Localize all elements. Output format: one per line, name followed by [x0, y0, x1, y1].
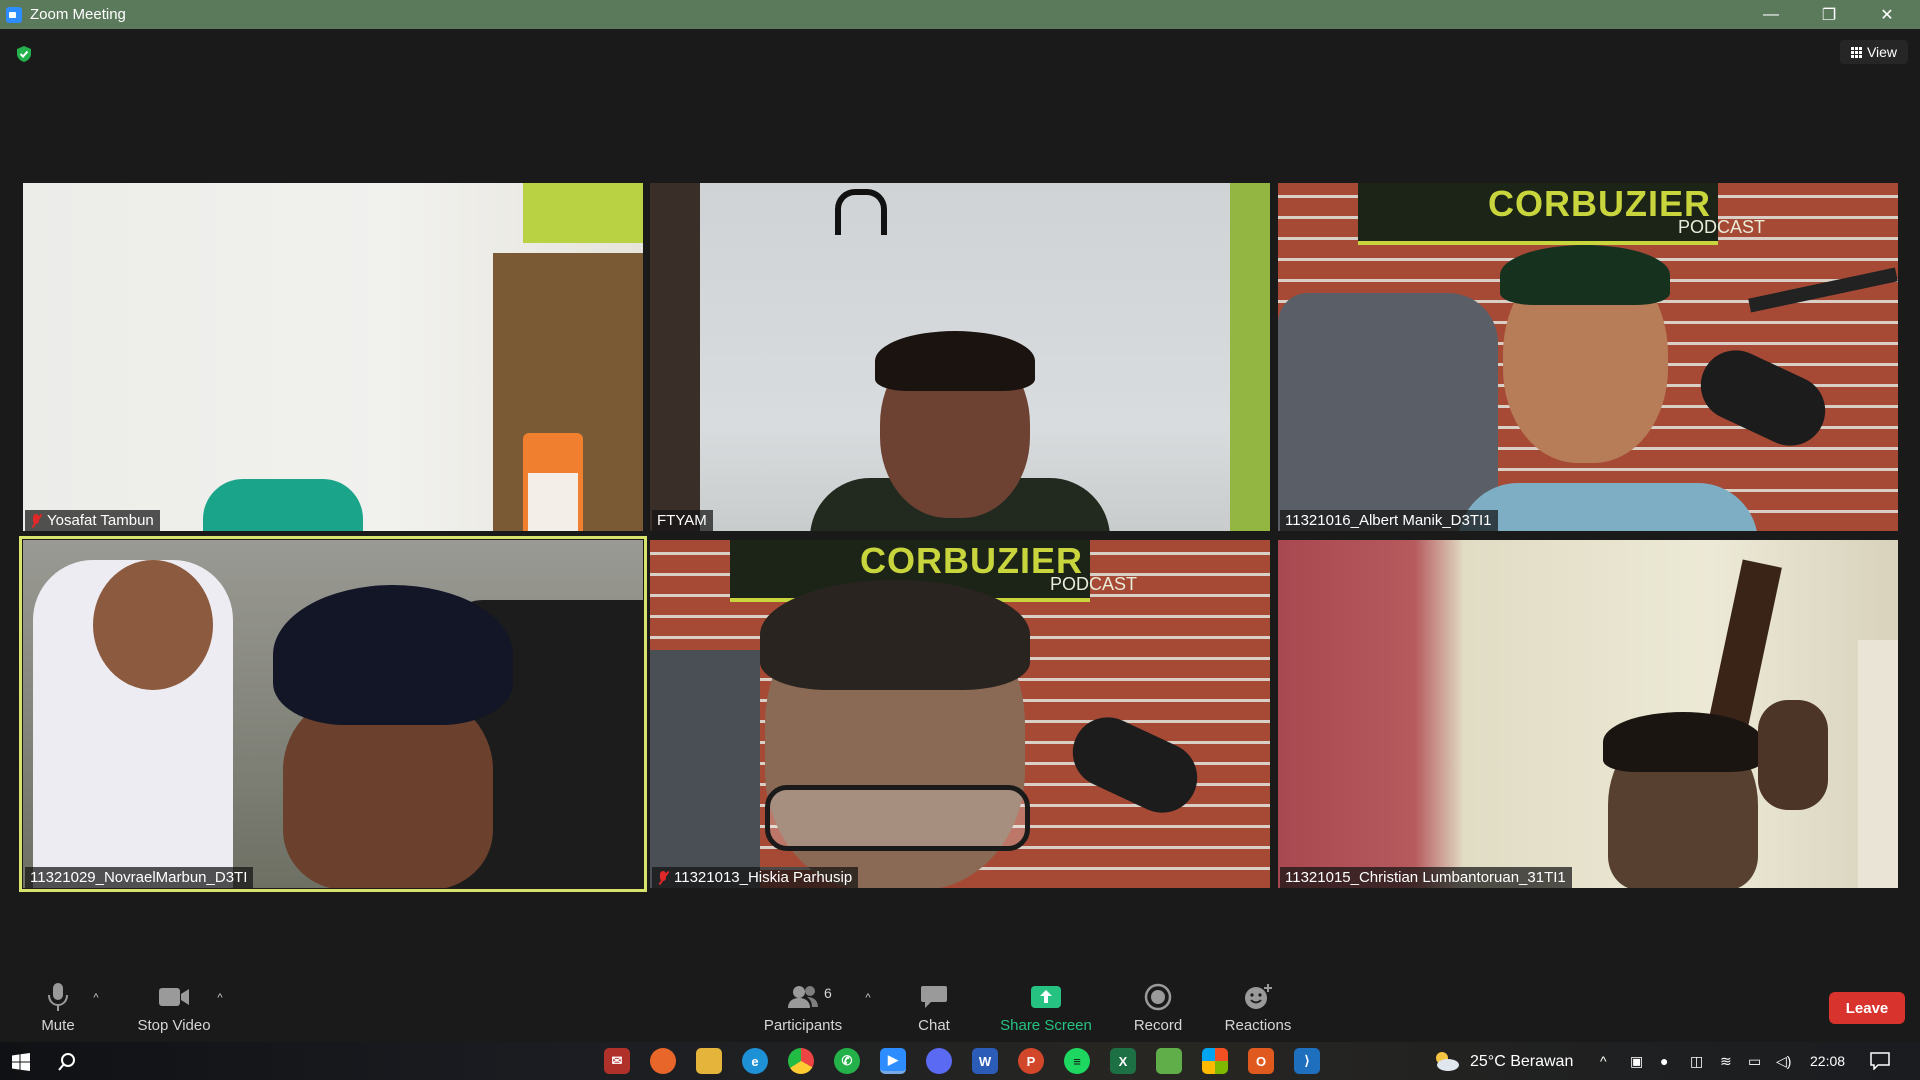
participants-icon: [788, 986, 818, 1008]
participant-name: 11321015_Christian Lumbantoruan_31TI1: [1285, 869, 1566, 886]
share-screen-icon: [1031, 986, 1061, 1008]
microphone-icon: [48, 983, 68, 1011]
meeting-toolbar: Mute ^ Stop Video ^ Participants ^ Chat …: [0, 965, 1920, 1042]
participant-name: 11321029_NovraelMarbun_D3TI: [30, 869, 248, 886]
file-explorer-icon[interactable]: [696, 1048, 722, 1074]
mute-label: Mute: [41, 1017, 75, 1034]
video-feed: CORBUZIER PODCAST: [1278, 183, 1898, 531]
camera-tray-icon[interactable]: ▣: [1630, 1053, 1643, 1070]
title-bar: Zoom Meeting — ❐ ✕: [0, 0, 1920, 29]
video-tile[interactable]: 11321015_Christian Lumbantoruan_31TI1: [1278, 540, 1898, 888]
video-feed: [23, 183, 643, 531]
video-feed: [1278, 540, 1898, 888]
participants-count: 6: [824, 985, 832, 1001]
search-icon[interactable]: [58, 1053, 76, 1071]
firefox-icon[interactable]: [650, 1048, 676, 1074]
excel-icon[interactable]: X: [1110, 1048, 1136, 1074]
participant-name-tag: 11321013_Hiskia Parhusip: [652, 867, 859, 888]
participants-label: Participants: [763, 1017, 843, 1034]
word-icon[interactable]: W: [972, 1048, 998, 1074]
office-app-icon[interactable]: O: [1248, 1048, 1274, 1074]
weather-cloud-sun-icon: [1436, 1052, 1459, 1071]
video-options-chevron-icon[interactable]: ^: [215, 993, 225, 1004]
discord-icon[interactable]: [926, 1048, 952, 1074]
grid-view-icon: [1850, 46, 1862, 58]
mic-muted-icon: [657, 870, 669, 885]
close-button[interactable]: ✕: [1858, 0, 1916, 29]
video-feed: CORBUZIER PODCAST: [650, 540, 1270, 888]
clock-time[interactable]: 22:08: [1810, 1053, 1845, 1069]
view-label: View: [1866, 44, 1898, 60]
edge-browser-icon[interactable]: e: [742, 1048, 768, 1074]
stop-video-button[interactable]: Stop Video: [134, 965, 214, 1042]
participant-name-tag: Yosafat Tambun: [25, 510, 160, 531]
microphone-tray-icon[interactable]: ●: [1660, 1053, 1668, 1069]
weather-text[interactable]: 25°C Berawan: [1470, 1053, 1573, 1071]
notifications-icon[interactable]: [1870, 1052, 1890, 1070]
participant-name-tag: 11321015_Christian Lumbantoruan_31TI1: [1280, 867, 1572, 888]
leave-button[interactable]: Leave: [1829, 992, 1905, 1024]
maximize-button[interactable]: ❐: [1800, 0, 1858, 29]
podcast-banner-subtitle: PODCAST: [1050, 574, 1138, 594]
video-tile-active-speaker[interactable]: 11321029_NovraelMarbun_D3TI: [19, 536, 647, 892]
window-title: Zoom Meeting: [30, 6, 126, 23]
reactions-label: Reactions: [1224, 1017, 1292, 1034]
video-feed: [23, 540, 643, 888]
network-tray-icon[interactable]: ◫: [1690, 1053, 1703, 1070]
participant-name-tag: 11321016_Albert Manik_D3TI1: [1280, 510, 1498, 531]
chat-button[interactable]: Chat: [906, 965, 962, 1042]
volume-icon[interactable]: ◁): [1776, 1053, 1791, 1070]
mute-button[interactable]: Mute: [30, 965, 86, 1042]
video-tile[interactable]: FTYAM: [650, 183, 1270, 531]
share-screen-label: Share Screen: [1000, 1017, 1092, 1034]
security-shield-icon[interactable]: [15, 45, 33, 63]
spotify-icon[interactable]: ≡: [1064, 1048, 1090, 1074]
chrome-icon[interactable]: [788, 1048, 814, 1074]
windows-start-icon[interactable]: [12, 1053, 30, 1071]
video-camera-icon: [159, 988, 189, 1006]
whatsapp-icon[interactable]: ✆: [834, 1048, 860, 1074]
audio-options-chevron-icon[interactable]: ^: [91, 993, 101, 1004]
mail-app-icon[interactable]: ✉: [604, 1048, 630, 1074]
video-feed: [650, 183, 1270, 531]
participant-name: Yosafat Tambun: [47, 512, 154, 529]
podcast-banner-subtitle: PODCAST: [1678, 217, 1766, 237]
zoom-app-icon: [6, 6, 22, 23]
zoom-taskbar-icon[interactable]: ▶: [880, 1048, 906, 1074]
share-screen-button[interactable]: Share Screen: [996, 965, 1096, 1042]
participants-options-chevron-icon[interactable]: ^: [863, 993, 873, 1004]
wifi-icon[interactable]: ≋: [1720, 1053, 1732, 1070]
windows-taskbar: ✉ e ✆ ▶ W P ≡ X O ⟩ 25°C Berawan ^ ▣ ● ◫…: [0, 1042, 1920, 1080]
record-button[interactable]: Record: [1128, 965, 1188, 1042]
chat-icon: [921, 986, 947, 1008]
video-tile[interactable]: CORBUZIER PODCAST 11321013_Hiskia Parhusi…: [650, 540, 1270, 888]
notepad-icon[interactable]: [1156, 1048, 1182, 1074]
reactions-button[interactable]: Reactions: [1222, 965, 1294, 1042]
participant-name: 11321013_Hiskia Parhusip: [674, 869, 853, 886]
vscode-icon[interactable]: ⟩: [1294, 1048, 1320, 1074]
video-tile[interactable]: Yosafat Tambun: [23, 183, 643, 531]
participant-name-tag: FTYAM: [652, 510, 713, 531]
chat-label: Chat: [918, 1017, 950, 1034]
powerpoint-icon[interactable]: P: [1018, 1048, 1044, 1074]
stop-video-label: Stop Video: [137, 1017, 211, 1034]
video-tile[interactable]: CORBUZIER PODCAST 11321016_Albert Manik_D…: [1278, 183, 1898, 531]
show-hidden-icons-chevron-icon[interactable]: ^: [1600, 1053, 1607, 1069]
record-label: Record: [1133, 1017, 1183, 1034]
view-button[interactable]: View: [1840, 40, 1908, 64]
microsoft-store-icon[interactable]: [1202, 1048, 1228, 1074]
participant-name-tag: 11321029_NovraelMarbun_D3TI: [25, 867, 254, 888]
reactions-smiley-icon: [1245, 984, 1272, 1009]
mic-muted-icon: [30, 513, 42, 528]
minimize-button[interactable]: —: [1742, 0, 1800, 29]
participants-button[interactable]: Participants: [760, 965, 846, 1042]
battery-icon[interactable]: ▭: [1748, 1053, 1761, 1070]
record-icon: [1144, 983, 1172, 1011]
participant-name: FTYAM: [657, 512, 707, 529]
participant-name: 11321016_Albert Manik_D3TI1: [1285, 512, 1492, 529]
